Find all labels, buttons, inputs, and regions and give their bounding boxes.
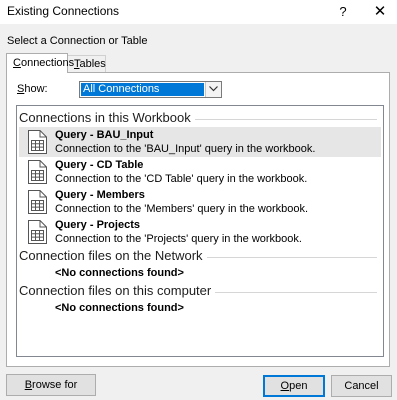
section-heading: Connections in this Workbook (19, 110, 195, 125)
section-heading: Connection files on the Network (19, 248, 207, 263)
window-title: Existing Connections (7, 4, 120, 18)
empty-message: <No connections found> (55, 267, 184, 279)
connection-description: Connection to the 'BAU_Input' query in t… (55, 143, 316, 155)
connection-name: Query - Projects (55, 219, 140, 231)
list-item[interactable]: Query - Projects Connection to the 'Proj… (19, 217, 381, 247)
open-label: pen (289, 380, 308, 392)
open-button[interactable]: Open (263, 375, 325, 397)
section-network: Connection files on the Network (19, 248, 381, 266)
help-button[interactable]: ? (332, 2, 354, 22)
chevron-down-icon[interactable] (205, 82, 221, 97)
title-bar: Existing Connections ? ✕ (0, 0, 397, 24)
table-icon (27, 220, 49, 244)
show-label: Show: (17, 83, 48, 95)
show-dropdown-value: All Connections (81, 83, 204, 96)
open-access-key: O (280, 380, 290, 392)
tab-connections[interactable]: Connections (6, 53, 74, 73)
empty-message: <No connections found> (55, 302, 184, 314)
section-workbook: Connections in this Workbook (19, 110, 381, 128)
tab-connections-label: onnections (20, 57, 75, 69)
connection-description: Connection to the 'Projects' query in th… (55, 233, 302, 245)
connection-name: Query - CD Table (55, 159, 144, 171)
connections-list[interactable]: Connections in this Workbook Query - BAU… (16, 105, 384, 357)
browse-access-key: B (24, 379, 33, 391)
connection-description: Connection to the 'CD Table' query in th… (55, 173, 308, 185)
table-icon (27, 130, 49, 154)
table-icon (27, 160, 49, 184)
tab-connections-access-key: C (13, 57, 21, 69)
tab-tables-label: ables (79, 58, 106, 70)
section-computer: Connection files on this computer (19, 283, 381, 301)
connection-description: Connection to the 'Members' query in the… (55, 203, 309, 215)
section-heading: Connection files on this computer (19, 283, 216, 298)
close-button[interactable]: ✕ (368, 2, 392, 22)
connection-name: Query - Members (55, 189, 145, 201)
cancel-button[interactable]: Cancel (331, 375, 392, 397)
show-dropdown[interactable]: All Connections (79, 81, 222, 98)
show-label-text: how: (24, 83, 48, 95)
browse-label: rowse for More... (32, 379, 78, 400)
list-item[interactable]: Query - BAU_Input Connection to the 'BAU… (19, 127, 381, 157)
list-item[interactable]: Query - Members Connection to the 'Membe… (19, 187, 381, 217)
tab-panel: Show: All Connections Connections in thi… (6, 72, 390, 367)
connection-name: Query - BAU_Input (55, 129, 154, 141)
list-item[interactable]: Query - CD Table Connection to the 'CD T… (19, 157, 381, 187)
dialog-instruction: Select a Connection or Table (7, 35, 148, 47)
table-icon (27, 190, 49, 214)
browse-for-more-button[interactable]: Browse for More... (6, 374, 96, 400)
